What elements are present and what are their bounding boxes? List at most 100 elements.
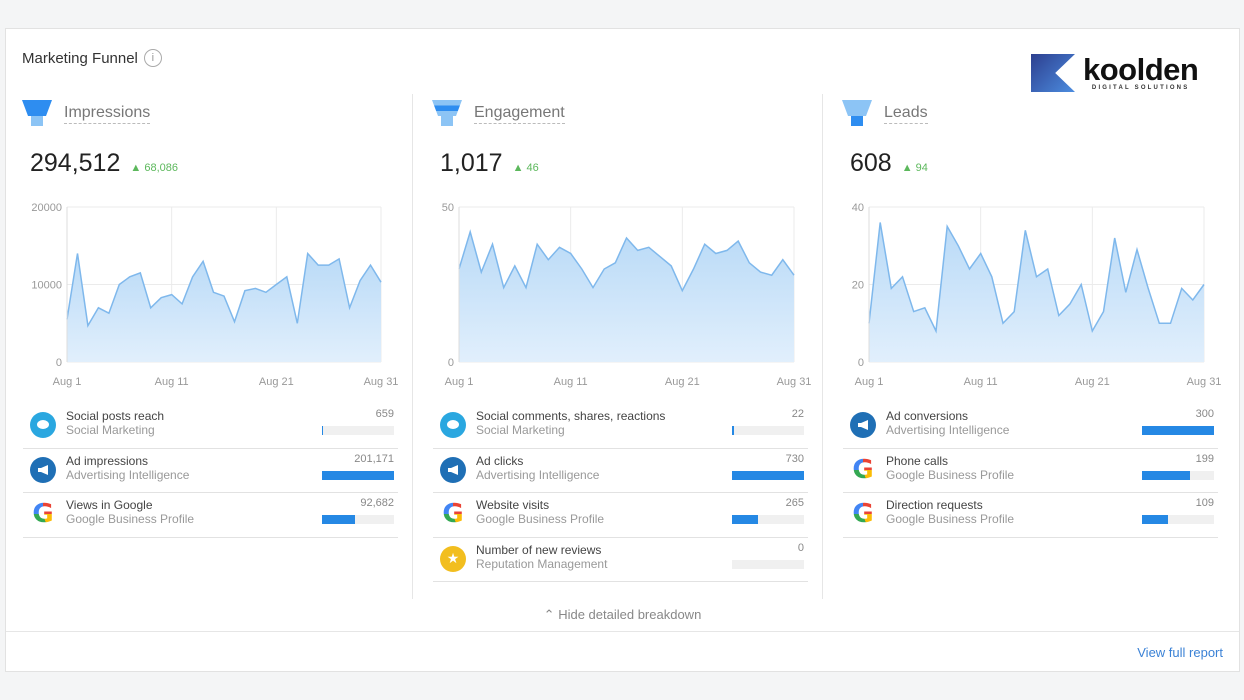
x-tick-label: Aug 1 [53, 376, 82, 388]
megaphone-icon [30, 456, 56, 483]
column-total: 1,017 ▲ 46 [440, 149, 539, 178]
column-header: Leads [842, 100, 928, 128]
y-tick-label: 20 [852, 280, 864, 292]
row-value: 199 [1195, 452, 1214, 465]
row-label: Social posts reach [66, 409, 165, 423]
breakdown-row[interactable]: Social posts reach Social Marketing 659 [23, 404, 398, 449]
google-icon: G [850, 499, 876, 529]
koolden-logo: koolden DIGITAL SOLUTIONS [1031, 52, 1199, 92]
column-header: Engagement [432, 100, 565, 128]
progress-fill [1142, 426, 1214, 435]
progress-fill [1142, 515, 1169, 524]
breakdown-row[interactable]: Ad conversions Advertising Intelligence … [843, 404, 1218, 449]
row-source: Advertising Intelligence [66, 467, 190, 482]
row-source: Google Business Profile [886, 512, 1015, 526]
breakdown-row[interactable]: Social comments, shares, reactions Socia… [433, 404, 808, 449]
social-marketing-icon [440, 412, 466, 438]
x-tick-label: Aug 21 [665, 376, 700, 388]
funnel-icon [842, 100, 872, 128]
row-value: 300 [1195, 408, 1214, 420]
delta-badge: ▲ 68,086 [130, 162, 178, 174]
megaphone-icon [850, 412, 876, 438]
breakdown-row[interactable]: Ad impressions Advertising Intelligence … [23, 449, 398, 493]
arrow-up-icon: ▲ [130, 162, 142, 174]
breakdown-row[interactable]: G Website visits Google Business Profile… [433, 493, 808, 538]
info-icon[interactable]: i [143, 49, 162, 67]
row-value: 109 [1195, 497, 1214, 509]
total-value: 1,017 [440, 149, 503, 177]
row-value: 659 [375, 408, 394, 420]
row-source: Social Marketing [476, 423, 565, 437]
row-source: Reputation Management [476, 556, 608, 571]
google-icon: G [850, 455, 876, 485]
y-tick-label: 0 [56, 357, 62, 369]
progress-track [322, 470, 394, 480]
row-label: Website visits [476, 498, 550, 512]
social-marketing-icon [30, 412, 56, 438]
column-header: Impressions [22, 100, 151, 128]
logo-word: koolden [1083, 52, 1199, 87]
column-title[interactable]: Leads [884, 104, 928, 124]
x-tick-label: Aug 31 [777, 376, 812, 388]
funnel-column-leads: Leads 608 ▲ 94 0 20 40 Aug 1 Aug 11 Aug 21 Aug… [826, 94, 1236, 604]
column-total: 608 ▲ 94 [850, 149, 928, 178]
x-tick-label: Aug 1 [445, 376, 474, 388]
row-value: 22 [791, 408, 804, 420]
progress-track [732, 559, 804, 569]
delta-badge: ▲ 46 [513, 162, 539, 174]
logo-tagline: DIGITAL SOLUTIONS [1091, 85, 1190, 91]
area-chart: 0 20 40 Aug 1 Aug 11 Aug 21 Aug 31 [852, 202, 1222, 388]
progress-track [322, 426, 394, 435]
x-tick-label: Aug 21 [259, 376, 294, 388]
view-full-report-link[interactable]: View full report [1137, 645, 1223, 660]
breakdown-row[interactable]: Ad clicks Advertising Intelligence 730 [433, 449, 808, 493]
progress-track [732, 426, 804, 435]
progress-track [732, 470, 804, 480]
hide-breakdown-button[interactable]: ⌃ Hide detailed breakdown [6, 607, 1239, 623]
breakdown-list: Social posts reach Social Marketing 659 … [23, 404, 398, 538]
breakdown-row[interactable]: G Views in Google Google Business Profil… [23, 493, 398, 538]
row-source: Advertising Intelligence [886, 423, 1010, 437]
breakdown-row[interactable]: G Phone calls Google Business Profile 19… [843, 449, 1218, 493]
progress-fill [732, 515, 759, 524]
breakdown-row[interactable]: ★ Number of new reviews Reputation Manag… [433, 538, 808, 582]
x-tick-label: Aug 21 [1075, 376, 1110, 388]
delta-badge: ▲ 94 [902, 162, 928, 174]
card-title: Marketing Funnel i [22, 49, 162, 67]
progress-track [1142, 470, 1214, 480]
card-title-text: Marketing Funnel [22, 49, 138, 67]
row-value: 201,171 [354, 452, 394, 465]
x-tick-label: Aug 11 [554, 376, 588, 388]
funnel-column-engagement: Engagement 1,017 ▲ 46 0 50 Aug 1 Aug 11 Aug … [416, 94, 826, 604]
row-source: Google Business Profile [476, 512, 605, 526]
progress-fill [322, 470, 394, 480]
y-tick-label: 0 [858, 357, 864, 369]
x-tick-label: Aug 31 [1187, 376, 1222, 388]
column-title[interactable]: Impressions [64, 104, 151, 124]
column-title[interactable]: Engagement [474, 104, 565, 124]
row-value: 730 [785, 452, 804, 465]
funnel-icon [22, 100, 52, 128]
y-tick-label: 50 [442, 202, 454, 214]
chevron-up-icon: ⌃ [543, 607, 555, 622]
progress-track [1142, 426, 1214, 435]
footer-divider [6, 631, 1239, 632]
row-label: Ad conversions [886, 409, 969, 423]
row-label: Social comments, shares, reactions [476, 409, 666, 423]
funnel-icon [432, 100, 462, 128]
x-tick-label: Aug 11 [964, 376, 998, 388]
delta-value: 94 [915, 162, 928, 174]
x-tick-label: Aug 11 [155, 376, 189, 388]
hide-breakdown-label: Hide detailed breakdown [558, 607, 702, 622]
google-icon: G [440, 499, 466, 529]
area-chart: 0 10000 20000 Aug 1 Aug 11 Aug 21 Aug 31 [31, 202, 398, 388]
row-value: 92,682 [360, 497, 394, 509]
megaphone-icon [440, 456, 466, 483]
total-value: 294,512 [30, 149, 121, 177]
area-chart: 0 50 Aug 1 Aug 11 Aug 21 Aug 31 [442, 202, 812, 388]
breakdown-row[interactable]: G Direction requests Google Business Pro… [843, 493, 1218, 538]
row-value: 265 [785, 497, 804, 509]
row-source: Google Business Profile [66, 512, 195, 526]
progress-fill [1142, 470, 1190, 480]
area-fill [67, 253, 381, 362]
